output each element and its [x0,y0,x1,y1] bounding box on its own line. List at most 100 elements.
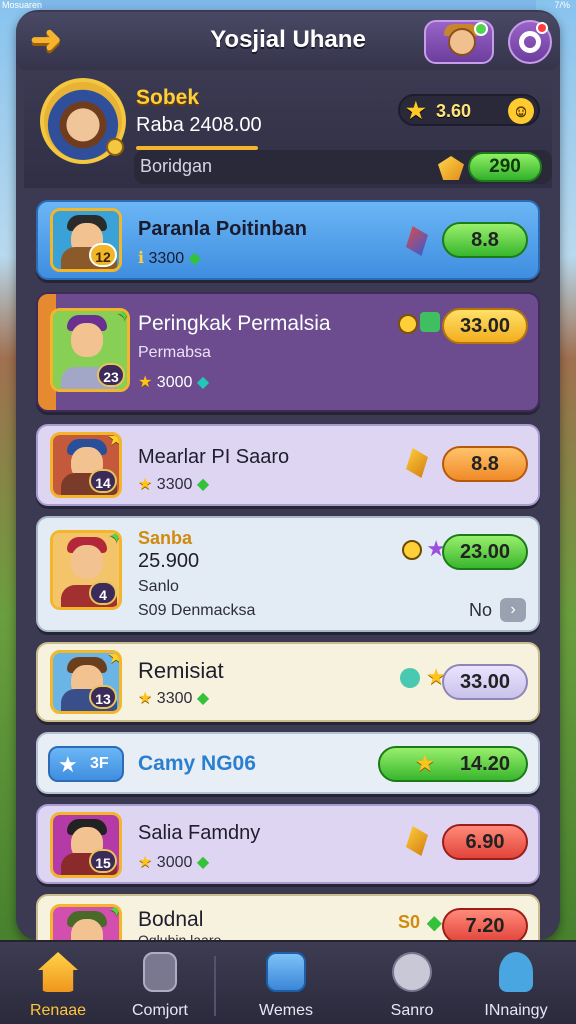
level-badge: 23 [97,363,125,387]
star-icon: ✦ [108,907,119,921]
row-avatar: 12 [50,208,122,272]
nav-label: Sanro [390,1002,434,1019]
row-score-value: 3000 [156,374,193,391]
row-name: Sanba [138,528,193,548]
list-item[interactable]: ✦ Bodnal Oglubin laaro S0 ◆ 7.20 [36,894,540,940]
back-arrow-icon[interactable]: ➜ [24,21,68,59]
list-icon [266,952,306,992]
status-right: 7/% [554,0,570,10]
list-item[interactable]: ✦ 4 Sanba 25.900 Sanlo S09 Denmacksa ★ 2… [36,516,540,632]
row-avatar: 15 [50,812,122,878]
row-score: ★ 3300 ◆ [138,476,210,493]
row-action-button[interactable]: 7.20 [442,908,528,940]
status-bar: Mosuaren 7/% [0,0,576,10]
star-icon: ★ [58,752,78,777]
chevron-right-icon[interactable]: › [500,598,526,622]
row-score: ★ 3000 ◆ [138,374,210,391]
badge-icon [106,138,124,156]
nav-label: INnaingy [484,1002,548,1019]
gem-icon [420,312,440,332]
friends-button[interactable] [424,20,494,64]
row-subtitle: Permabsa [138,344,211,361]
star-icon: ★ [107,653,119,667]
nav-item-wemes[interactable]: Wemes [236,952,336,1020]
row-name: Camy NG06 [138,752,256,775]
row-name: Mearlar PI Saaro [138,446,290,468]
list-item[interactable]: 12 Paranla Poitinban ℹ 3300 ◆ 8.8 [36,200,540,280]
crystal-icon [406,226,428,256]
star-icon: ★ [416,753,434,775]
star-icon: ✦ [108,533,119,547]
row-score-value: 3300 [156,690,193,707]
tag-badge: ★ 3F [48,746,124,782]
row-score: ℹ 3300 ◆ [138,250,201,267]
nav-label: Renaae [29,1002,87,1019]
level-badge: 13 [89,685,117,709]
nav-item-home[interactable]: Renaae [8,952,108,1020]
row-avatar: ★ 14 [50,432,122,498]
nav-item-comjort[interactable]: Comjort [110,952,210,1020]
settings-button[interactable] [508,20,552,64]
tag-label: 3F [90,755,109,772]
star-icon: ✦ [116,311,127,325]
row-avatar: ★ 13 [50,650,122,714]
list-item[interactable]: ★ 14 Mearlar PI Saaro ★ 3300 ◆ 8.8 [36,424,540,506]
player-score: Raba 2408.00 [136,114,262,136]
home-icon [38,952,78,992]
gem-counter[interactable]: 290 [468,152,542,182]
sub-info-label: Boridgan [140,156,213,176]
online-dot-icon [474,22,488,36]
gem-icon: ◆ [426,912,442,934]
row-avatar: ✦ [50,904,122,940]
level-badge: 14 [89,469,117,493]
row-avatar: ✦ 4 [50,530,122,610]
coin-value: 3.60 [436,101,472,121]
row-action-button[interactable]: 33.00 [442,664,528,700]
nav-label: Comjort [131,1002,188,1019]
nav-item-sanro[interactable]: Sanro [362,952,462,1020]
nav-item-innaingy[interactable]: INnaingy [466,952,566,1020]
profile-card: Sobek Raba 2408.00 ★ 3.60 ☺ Boridgan 290 [24,72,552,188]
star-icon: ★ [107,435,119,449]
list-item[interactable]: ★ 13 Remisiat ★ 3300 ◆ ★ 33.00 [36,642,540,722]
row-score: ★ 3300 ◆ [138,690,210,707]
coin-counter: ★ 3.60 ☺ [398,94,540,126]
list-item[interactable]: ✦ 23 Peringkak Permalsia Permabsa ★ 3000… [36,292,540,412]
dial-icon [392,952,432,992]
clock-icon [400,668,420,688]
list-item[interactable]: 15 Salia Famdny ★ 3000 ◆ 6.90 [36,804,540,884]
row-aside-label: No [468,600,492,620]
coin-text: S0 [397,912,420,932]
person-icon [499,952,533,992]
level-badge: 12 [89,243,117,267]
row-name: Remisiat [138,658,224,683]
row-action-button[interactable]: ★ 14.20 [378,746,528,782]
player-avatar[interactable] [40,78,126,164]
row-action-button[interactable]: 8.8 [442,446,528,482]
row-score: ★ 3000 ◆ [138,854,210,871]
level-badge: 4 [89,581,117,605]
row-score-value: 3300 [156,476,193,493]
row-name: Peringkak Permalsia [138,312,331,335]
star-icon: ★ [406,98,426,123]
row-action-value: 14.20 [459,753,510,775]
list-item[interactable]: ★ 3F Camy NG06 ★ 14.20 [36,732,540,794]
page-title: Yosjial Uhane [210,26,366,53]
row-name: Bodnal [138,908,204,931]
row-score-value: 3000 [156,854,193,871]
row-action-button[interactable]: 33.00 [442,308,528,344]
row-name: Salia Famdny [138,822,261,844]
row-action-button[interactable]: 6.90 [442,824,528,860]
notification-dot-icon [536,22,548,34]
nav-label: Wemes [259,1002,313,1019]
row-name: Paranla Poitinban [138,218,307,240]
row-avatar: ✦ 23 [50,308,130,392]
crystal-icon [406,448,428,478]
level-badge: 15 [89,849,117,873]
player-name: Sobek [136,86,200,109]
ring-icon [519,31,541,53]
row-action-button[interactable]: 8.8 [442,222,528,258]
row-subtitle: Oglubin laaro [138,932,222,940]
nav-divider [214,956,216,1016]
row-action-button[interactable]: 23.00 [442,534,528,570]
